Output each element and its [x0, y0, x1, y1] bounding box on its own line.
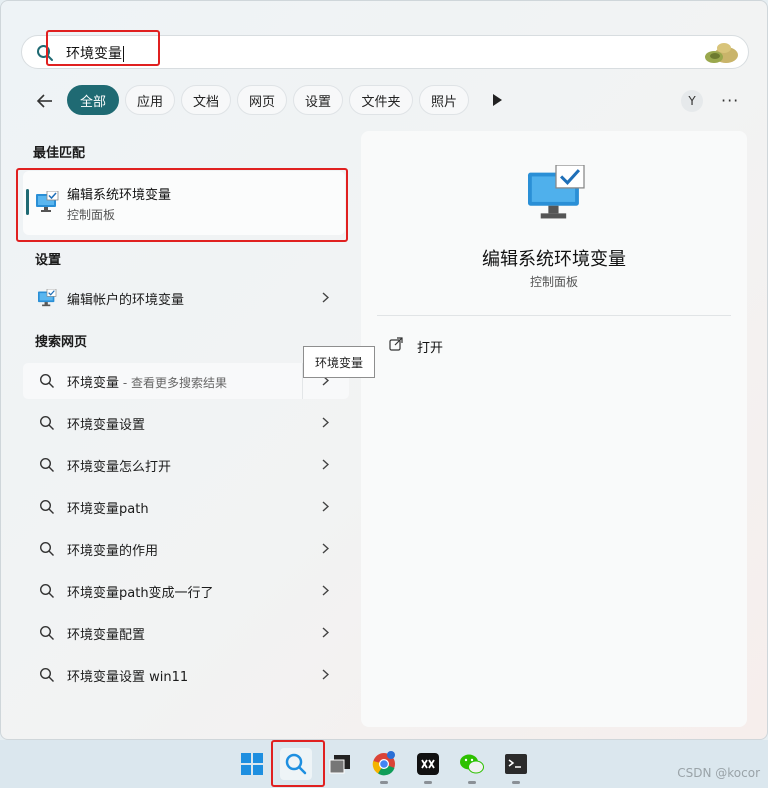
terminal-icon[interactable]	[500, 748, 532, 784]
search-icon	[39, 373, 54, 388]
best-match-heading: 最佳匹配	[33, 146, 86, 161]
more-options-icon[interactable]: ···	[721, 91, 739, 110]
chevron-right-icon	[322, 669, 329, 680]
filter-chip-apps[interactable]: 应用	[125, 85, 175, 115]
web-result-main[interactable]: 环境变量 - 查看更多搜索结果	[23, 363, 349, 399]
detail-title: 编辑系统环境变量	[482, 249, 626, 270]
search-highlight-image-icon[interactable]	[702, 39, 740, 67]
search-icon	[39, 457, 54, 472]
search-icon	[39, 625, 54, 640]
web-suggestion[interactable]: 环境变量path	[23, 489, 349, 525]
web-suggestion[interactable]: 环境变量怎么打开	[23, 447, 349, 483]
search-icon	[39, 415, 54, 430]
app-x-icon[interactable]	[412, 748, 444, 784]
chevron-right-icon	[322, 585, 329, 596]
chevron-right-icon	[322, 292, 329, 303]
settings-result-label: 编辑帐户的环境变量	[67, 293, 185, 308]
start-search-panel: 环境变量 全部 应用 文档 网页 设置 文件夹 照片 Y ··· 最佳匹配 编辑…	[0, 0, 768, 740]
web-suggestion[interactable]: 环境变量设置 win11	[23, 657, 349, 693]
web-result-main-label: 环境变量 - 查看更多搜索结果	[67, 376, 227, 391]
annotation-highlight-taskbar-search	[271, 740, 325, 787]
filter-chip-folders[interactable]: 文件夹	[349, 85, 413, 115]
open-action-label: 打开	[417, 341, 444, 356]
divider	[377, 315, 731, 316]
settings-result-edit-account-env[interactable]: 编辑帐户的环境变量	[23, 280, 349, 316]
taskbar	[0, 740, 768, 788]
filter-chip-web[interactable]: 网页	[237, 85, 287, 115]
web-suggestion-label: 环境变量怎么打开	[67, 460, 172, 475]
web-suggestion[interactable]: 环境变量的作用	[23, 531, 349, 567]
watermark: CSDN @kocor	[677, 766, 760, 780]
task-view-icon[interactable]	[324, 748, 356, 780]
web-suggestion-label: 环境变量的作用	[67, 544, 159, 559]
chevron-right-icon	[322, 501, 329, 512]
open-external-icon	[389, 337, 403, 351]
system-properties-icon	[528, 165, 585, 219]
web-suggestion[interactable]: 环境变量path变成一行了	[23, 573, 349, 609]
filter-chip-settings[interactable]: 设置	[293, 85, 343, 115]
web-suggestion-label: 环境变量path变成一行了	[67, 586, 214, 601]
web-suggestion-label: 环境变量path	[67, 502, 149, 517]
chevron-right-icon	[322, 543, 329, 554]
web-suggestion-label: 环境变量配置	[67, 628, 146, 643]
wechat-icon[interactable]	[456, 748, 488, 784]
windows-start-icon[interactable]	[236, 748, 268, 780]
chevron-right-icon	[322, 627, 329, 638]
detail-pane: 编辑系统环境变量 控制面板 打开	[361, 131, 747, 727]
filter-bar: 全部 应用 文档 网页 设置 文件夹 照片 Y ···	[21, 85, 749, 117]
running-indicator	[424, 781, 432, 784]
back-arrow-icon[interactable]	[35, 91, 55, 111]
account-avatar[interactable]: Y	[681, 90, 703, 112]
search-icon	[39, 541, 54, 556]
filter-chip-documents[interactable]: 文档	[181, 85, 231, 115]
more-filters-play-icon[interactable]	[493, 94, 502, 106]
web-suggestion-label: 环境变量设置	[67, 418, 146, 433]
web-suggestion[interactable]: 环境变量配置	[23, 615, 349, 651]
system-properties-icon	[38, 289, 57, 307]
running-indicator	[380, 781, 388, 784]
settings-heading: 设置	[35, 253, 62, 268]
search-icon	[39, 499, 54, 514]
web-search-heading: 搜索网页	[35, 335, 88, 350]
detail-subtitle: 控制面板	[529, 275, 578, 289]
running-indicator	[468, 781, 476, 784]
search-icon	[39, 667, 54, 682]
chevron-right-icon	[322, 459, 329, 470]
open-action[interactable]: 打开	[387, 335, 587, 359]
chrome-icon[interactable]	[368, 748, 400, 784]
search-icon	[39, 583, 54, 598]
annotation-highlight-best-match	[16, 168, 348, 242]
filter-chip-photos[interactable]: 照片	[419, 85, 469, 115]
running-indicator	[512, 781, 520, 784]
tooltip: 环境变量	[303, 346, 375, 378]
filter-chip-all[interactable]: 全部	[67, 85, 119, 115]
web-suggestion[interactable]: 环境变量设置	[23, 405, 349, 441]
annotation-highlight-search	[46, 30, 160, 66]
web-suggestion-label: 环境变量设置 win11	[67, 670, 189, 685]
chevron-right-icon	[322, 417, 329, 428]
